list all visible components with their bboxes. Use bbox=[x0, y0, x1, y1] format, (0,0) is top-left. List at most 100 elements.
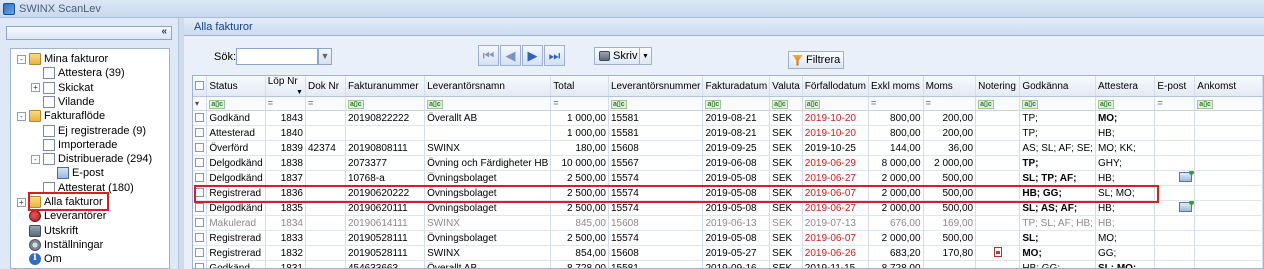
filter-cell[interactable]: a▯c bbox=[345, 96, 426, 111]
row-select-cell[interactable] bbox=[193, 260, 208, 268]
row-checkbox[interactable] bbox=[195, 158, 204, 168]
contains-filter-icon[interactable]: a▯c bbox=[610, 100, 627, 109]
row-select-cell[interactable] bbox=[193, 200, 208, 216]
collapse-node-icon[interactable]: - bbox=[31, 154, 40, 164]
column-header[interactable]: E-post bbox=[1154, 76, 1196, 97]
column-header[interactable]: Leverantörsnummer bbox=[608, 76, 704, 97]
contains-filter-icon[interactable]: a▯c bbox=[427, 100, 443, 109]
contains-filter-icon[interactable]: a▯c bbox=[804, 100, 821, 109]
collapse-node-icon[interactable]: - bbox=[17, 111, 26, 121]
column-header[interactable]: Valuta bbox=[769, 76, 803, 97]
filter-cell[interactable]: = bbox=[265, 96, 306, 111]
contains-filter-icon[interactable]: a▯c bbox=[1097, 100, 1114, 109]
table-row[interactable]: Registrerad 1832 20190528111 SWINX 854,00 156… bbox=[193, 245, 1263, 261]
row-select-cell[interactable] bbox=[193, 230, 208, 246]
row-checkbox[interactable] bbox=[195, 218, 204, 228]
contains-filter-icon[interactable]: a▯c bbox=[1197, 100, 1213, 109]
equals-filter-icon[interactable]: = bbox=[871, 98, 876, 108]
contains-filter-icon[interactable]: a▯c bbox=[772, 100, 788, 109]
equals-filter-icon[interactable]: = bbox=[308, 98, 313, 108]
filter-cell[interactable]: a▯c bbox=[206, 96, 266, 111]
column-header[interactable]: Förfallodatum bbox=[802, 76, 869, 97]
filter-cell[interactable]: = bbox=[868, 96, 924, 111]
filter-cell[interactable]: = bbox=[923, 96, 977, 111]
column-header[interactable]: Löp Nr ▼ bbox=[265, 76, 306, 97]
filter-cell[interactable]: ▾ bbox=[193, 96, 208, 111]
tree-item-mina-fakturor[interactable]: - Mina fakturor bbox=[17, 52, 108, 66]
next-record-button[interactable]: ▶ bbox=[522, 45, 543, 66]
column-header[interactable]: Status bbox=[206, 76, 266, 97]
column-header[interactable]: Total bbox=[550, 76, 609, 97]
filter-cell[interactable]: = bbox=[305, 96, 346, 111]
row-select-cell[interactable] bbox=[193, 215, 208, 231]
table-row[interactable]: Registrerad 1833 20190528111 Övningsbolaget… bbox=[193, 230, 1263, 246]
collapse-node-icon[interactable]: - bbox=[17, 54, 26, 64]
equals-filter-icon[interactable]: = bbox=[1157, 98, 1162, 108]
filter-cell[interactable]: a▯c bbox=[608, 96, 704, 111]
row-select-cell[interactable] bbox=[193, 110, 208, 126]
table-row[interactable]: Godkänd 1843 20190822222 Överallt AB 1 000,0… bbox=[193, 110, 1263, 126]
column-header[interactable]: Leverantörsnamn bbox=[424, 76, 552, 97]
search-filter-icon[interactable]: ▼ bbox=[318, 48, 332, 65]
contains-filter-icon[interactable]: a▯c bbox=[978, 100, 994, 109]
row-checkbox[interactable] bbox=[195, 203, 204, 213]
filter-cell[interactable]: = bbox=[1154, 96, 1196, 111]
filter-cell[interactable]: a▯c bbox=[1194, 96, 1263, 111]
table-row[interactable]: Delgodkänd 1838 2073377 Övning och Färdighe… bbox=[193, 155, 1263, 171]
tree-item-e-post[interactable]: E-post bbox=[45, 166, 104, 180]
filter-cell[interactable]: a▯c bbox=[424, 96, 552, 111]
tree-item-importerade[interactable]: Importerade bbox=[31, 138, 117, 152]
expand-node-icon[interactable]: + bbox=[17, 197, 26, 207]
column-header[interactable]: Exkl moms bbox=[868, 76, 924, 97]
previous-record-button[interactable]: ◀ bbox=[500, 45, 521, 66]
row-checkbox[interactable] bbox=[195, 143, 204, 153]
tree-item-utskrift[interactable]: Utskrift bbox=[17, 224, 78, 238]
row-select-cell[interactable] bbox=[193, 170, 208, 186]
row-checkbox[interactable] bbox=[195, 128, 204, 138]
search-input[interactable] bbox=[236, 48, 318, 65]
row-select-cell[interactable] bbox=[193, 245, 208, 261]
tree-item-attestera-39[interactable]: Attestera (39) bbox=[31, 66, 125, 80]
tree-item-vilande[interactable]: Vilande bbox=[31, 95, 95, 109]
contains-filter-icon[interactable]: a▯c bbox=[705, 100, 722, 109]
row-select-cell[interactable] bbox=[193, 155, 208, 171]
filter-button[interactable]: Filtrera bbox=[788, 51, 844, 69]
table-row[interactable]: Delgodkänd 1835 20190620111 Övningsbolaget 2… bbox=[193, 200, 1263, 216]
filter-cell[interactable]: a▯c bbox=[702, 96, 771, 111]
tree-item-om[interactable]: i Om bbox=[17, 252, 62, 266]
tree-item-distribuerade-294[interactable]: - Distribuerade (294) bbox=[31, 152, 152, 166]
note-icon[interactable] bbox=[993, 246, 1002, 257]
row-checkbox[interactable] bbox=[195, 173, 204, 183]
tree-item-fakturaflöde[interactable]: - Fakturaflöde bbox=[17, 109, 105, 123]
column-header[interactable]: Ankomst bbox=[1194, 76, 1263, 97]
select-all-checkbox[interactable] bbox=[195, 81, 204, 91]
filter-cell[interactable]: = bbox=[550, 96, 609, 111]
table-row[interactable]: Delgodkänd 1837 10768-a Övningsbolaget 2 500… bbox=[193, 170, 1263, 186]
first-record-button[interactable]: ⏮ bbox=[478, 45, 499, 66]
table-row[interactable]: Makulerad 1834 20190614111 SWINX 845,00 15608… bbox=[193, 215, 1263, 231]
tree-item-inställningar[interactable]: Inställningar bbox=[17, 238, 103, 252]
last-record-button[interactable]: ⏭ bbox=[544, 45, 565, 66]
print-button[interactable]: Skriv bbox=[594, 47, 640, 65]
contains-filter-icon[interactable]: a▯c bbox=[209, 100, 225, 109]
email-sent-icon[interactable] bbox=[1179, 170, 1194, 182]
tree-item-skickat[interactable]: + Skickat bbox=[31, 81, 93, 95]
column-header[interactable]: Moms bbox=[923, 76, 977, 97]
filter-cell[interactable]: a▯c bbox=[1095, 96, 1156, 111]
table-row[interactable]: Överförd 1839 42374 20190808111 SWINX 180,00 1… bbox=[193, 140, 1263, 156]
equals-filter-icon[interactable]: = bbox=[553, 98, 558, 108]
tree-item-ej-registrerade-9[interactable]: Ej registrerade (9) bbox=[31, 124, 146, 138]
column-header[interactable]: Fakturanummer bbox=[345, 76, 426, 97]
filter-cell[interactable]: a▯c bbox=[769, 96, 803, 111]
column-header[interactable]: Godkänna bbox=[1019, 76, 1096, 97]
email-sent-icon[interactable] bbox=[1179, 200, 1194, 212]
contains-filter-icon[interactable]: a▯c bbox=[1022, 100, 1038, 109]
print-dropdown-button[interactable]: ▼ bbox=[640, 47, 652, 65]
column-header[interactable]: Notering bbox=[975, 76, 1021, 97]
equals-filter-icon[interactable]: = bbox=[926, 98, 931, 108]
filter-cell[interactable]: a▯c bbox=[802, 96, 869, 111]
table-row[interactable]: Godkänd 1831 454633663 Överallt AB 8 728,00 1… bbox=[193, 260, 1263, 268]
filter-cell[interactable]: a▯c bbox=[975, 96, 1021, 111]
select-all-header[interactable] bbox=[193, 76, 208, 97]
row-checkbox[interactable] bbox=[195, 113, 204, 123]
